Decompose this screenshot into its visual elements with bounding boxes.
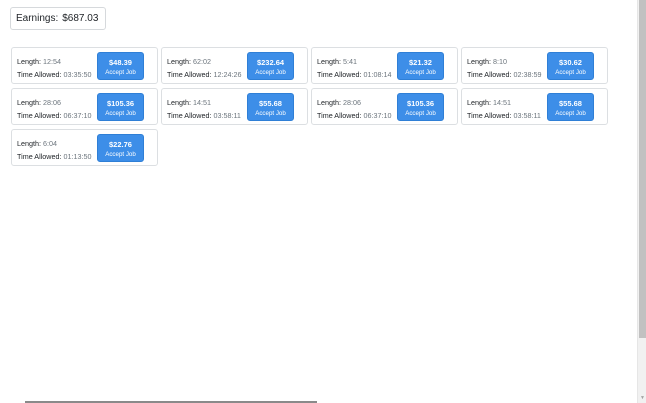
job-card: Length: 5:41 Time Allowed: 01:08:14 $21.… — [311, 47, 458, 84]
job-card: Length: 6:04 Time Allowed: 01:13:50 $22.… — [11, 129, 158, 166]
accept-job-label: Accept Job — [255, 110, 286, 117]
accept-job-label: Accept Job — [105, 69, 136, 76]
job-info: Length: 5:41 Time Allowed: 01:08:14 — [317, 56, 391, 81]
accept-job-button[interactable]: $232.64 Accept Job — [247, 52, 294, 80]
job-info: Length: 8:10 Time Allowed: 02:38:59 — [467, 56, 541, 81]
scrollbar-thumb[interactable] — [639, 0, 646, 338]
length-value: 12:54 — [42, 57, 61, 66]
earnings-display: Earnings: $687.03 — [10, 7, 106, 30]
length-value: 8:10 — [492, 57, 507, 66]
length-label: Length: — [317, 98, 341, 107]
job-price: $30.62 — [559, 58, 582, 67]
job-info: Length: 62:02 Time Allowed: 12:24:26 — [167, 56, 241, 81]
job-price: $232.64 — [256, 58, 285, 67]
accept-job-label: Accept Job — [405, 110, 436, 117]
accept-job-label: Accept Job — [255, 69, 286, 76]
time-allowed-label: Time Allowed: — [317, 110, 362, 120]
time-allowed-label: Time Allowed: — [467, 110, 512, 120]
job-price: $55.68 — [559, 99, 582, 108]
time-allowed-label: Time Allowed: — [467, 69, 512, 79]
length-value: 28:06 — [342, 98, 361, 107]
accept-job-button[interactable]: $55.68 Accept Job — [547, 93, 594, 121]
job-price: $48.39 — [109, 58, 132, 67]
vertical-scrollbar[interactable]: ▼ — [637, 0, 646, 403]
job-info: Length: 28:06 Time Allowed: 06:37:10 — [17, 97, 91, 122]
accept-job-button[interactable]: $30.62 Accept Job — [547, 52, 594, 80]
length-label: Length: — [17, 98, 41, 107]
accept-job-button[interactable]: $21.32 Accept Job — [397, 52, 444, 80]
time-allowed-label: Time Allowed: — [17, 69, 62, 79]
job-card: Length: 62:02 Time Allowed: 12:24:26 $23… — [161, 47, 308, 84]
job-card: Length: 14:51 Time Allowed: 03:58:11 $55… — [161, 88, 308, 125]
job-card: Length: 12:54 Time Allowed: 03:35:50 $48… — [11, 47, 158, 84]
length-label: Length: — [467, 57, 491, 66]
job-info: Length: 14:51 Time Allowed: 03:58:11 — [467, 97, 541, 122]
time-allowed-label: Time Allowed: — [17, 110, 62, 120]
time-allowed-value: 02:38:59 — [513, 69, 542, 79]
time-allowed-value: 01:13:50 — [63, 151, 92, 161]
accept-job-button[interactable]: $55.68 Accept Job — [247, 93, 294, 121]
job-price: $105.36 — [406, 99, 435, 108]
time-allowed-value: 03:35:50 — [63, 69, 92, 79]
accept-job-label: Accept Job — [555, 110, 586, 117]
length-value: 5:41 — [342, 57, 357, 66]
job-card: Length: 28:06 Time Allowed: 06:37:10 $10… — [11, 88, 158, 125]
accept-job-button[interactable]: $105.36 Accept Job — [97, 93, 144, 121]
length-label: Length: — [167, 57, 191, 66]
job-info: Length: 6:04 Time Allowed: 01:13:50 — [17, 138, 91, 163]
accept-job-label: Accept Job — [405, 69, 436, 76]
time-allowed-label: Time Allowed: — [17, 151, 62, 161]
job-price: $55.68 — [259, 99, 282, 108]
job-info: Length: 28:06 Time Allowed: 06:37:10 — [317, 97, 391, 122]
accept-job-label: Accept Job — [105, 151, 136, 158]
length-label: Length: — [467, 98, 491, 107]
job-price: $105.36 — [106, 99, 135, 108]
accept-job-label: Accept Job — [105, 110, 136, 117]
accept-job-button[interactable]: $105.36 Accept Job — [397, 93, 444, 121]
time-allowed-value: 03:58:11 — [213, 110, 241, 120]
earnings-label: Earnings: — [16, 13, 59, 24]
time-allowed-value: 06:37:10 — [63, 110, 92, 120]
time-allowed-label: Time Allowed: — [167, 110, 212, 120]
length-value: 62:02 — [192, 57, 211, 66]
time-allowed-value: 06:37:10 — [363, 110, 392, 120]
length-value: 6:04 — [42, 139, 57, 148]
time-allowed-value: 03:58:11 — [513, 110, 541, 120]
length-label: Length: — [167, 98, 191, 107]
job-card: Length: 8:10 Time Allowed: 02:38:59 $30.… — [461, 47, 608, 84]
accept-job-label: Accept Job — [555, 69, 586, 76]
length-value: 14:51 — [492, 98, 511, 107]
length-label: Length: — [17, 57, 41, 66]
job-price: $21.32 — [409, 58, 432, 67]
length-label: Length: — [17, 139, 41, 148]
scroll-down-arrow-icon[interactable]: ▼ — [638, 394, 646, 403]
accept-job-button[interactable]: $22.76 Accept Job — [97, 134, 144, 162]
time-allowed-value: 01:08:14 — [363, 69, 392, 79]
time-allowed-label: Time Allowed: — [317, 69, 362, 79]
time-allowed-label: Time Allowed: — [167, 69, 212, 79]
job-info: Length: 12:54 Time Allowed: 03:35:50 — [17, 56, 91, 81]
job-price: $22.76 — [109, 140, 132, 149]
length-value: 14:51 — [192, 98, 211, 107]
job-info: Length: 14:51 Time Allowed: 03:58:11 — [167, 97, 241, 122]
length-label: Length: — [317, 57, 341, 66]
time-allowed-value: 12:24:26 — [213, 69, 242, 79]
job-card: Length: 28:06 Time Allowed: 06:37:10 $10… — [311, 88, 458, 125]
earnings-value: $687.03 — [62, 13, 99, 24]
length-value: 28:06 — [42, 98, 61, 107]
accept-job-button[interactable]: $48.39 Accept Job — [97, 52, 144, 80]
job-card: Length: 14:51 Time Allowed: 03:58:11 $55… — [461, 88, 608, 125]
